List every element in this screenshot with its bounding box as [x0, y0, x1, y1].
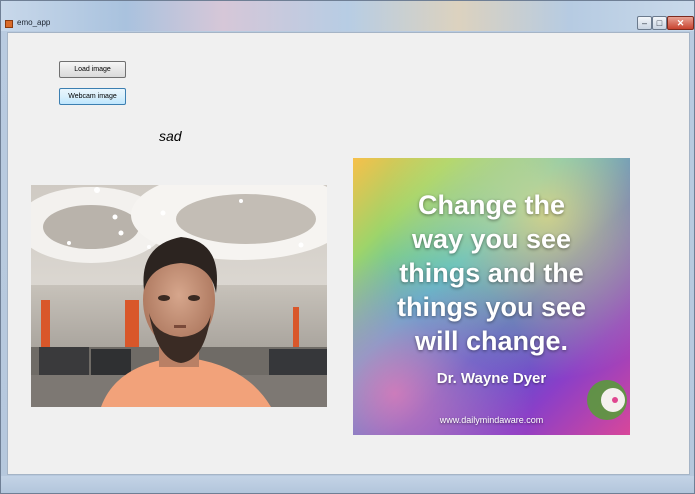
app-icon — [5, 20, 13, 28]
quote-text: Change the way you see things and the th… — [353, 188, 630, 358]
quote-url: www.dailymindaware.com — [439, 415, 544, 425]
window-title: emo_app — [17, 18, 51, 27]
quote-author: Dr. Wayne Dyer — [436, 370, 547, 387]
webcam-photo — [31, 185, 327, 407]
close-icon: ✕ — [676, 18, 685, 28]
webcam-image-button[interactable]: Webcam image — [59, 88, 126, 105]
quote-line: things and the — [399, 258, 584, 288]
quote-line: things you see — [396, 292, 587, 322]
maximize-button[interactable]: □ — [652, 16, 667, 30]
maximize-icon: □ — [656, 18, 663, 28]
close-button[interactable]: ✕ — [667, 16, 694, 30]
minimize-button[interactable]: – — [637, 16, 652, 30]
motivational-quote-image: Change the way you see things and the th… — [353, 158, 630, 435]
webcam-photo-graphic — [31, 185, 327, 407]
figure-client-area: Load image Webcam image sad Change the w… — [7, 32, 690, 475]
quote-line: will change. — [414, 326, 569, 356]
emotion-result-label: sad — [159, 128, 182, 144]
app-window: emo_app – □ ✕ Load image Webcam image sa… — [0, 0, 695, 494]
minimize-icon: – — [641, 18, 647, 28]
quote-line: Change the — [417, 190, 565, 220]
title-bar[interactable]: emo_app – □ ✕ — [1, 1, 694, 31]
window-bottom-border — [1, 476, 694, 493]
quote-line: way you see — [411, 224, 572, 254]
load-image-button[interactable]: Load image — [59, 61, 126, 78]
